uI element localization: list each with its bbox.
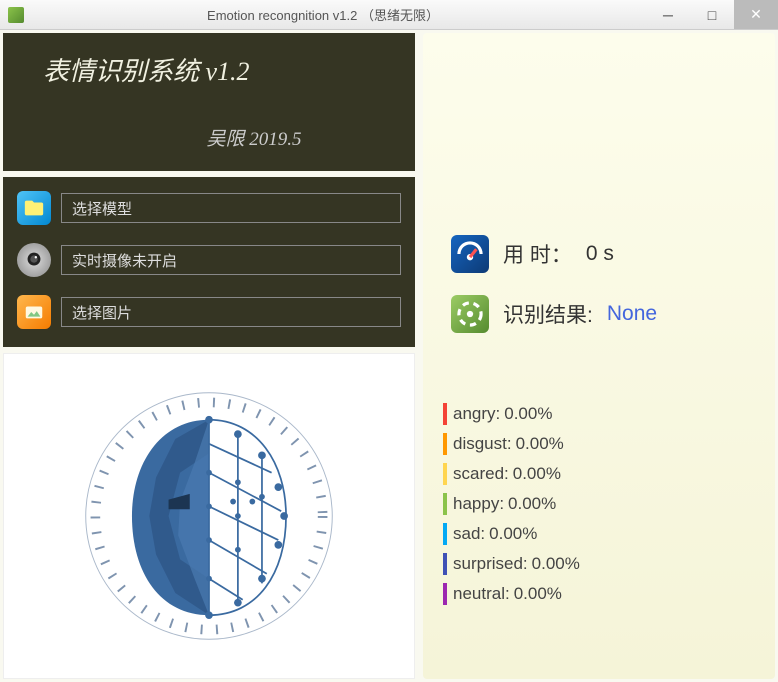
image-field[interactable]: 选择图片 [61, 297, 401, 327]
emotion-row-surprised: surprised: 0.00% [443, 553, 755, 575]
emotion-label: happy: [453, 494, 504, 514]
left-panel: 表情识别系统 v1.2 吴限 2019.5 选择模型 实时摄像未开启 [3, 33, 415, 679]
select-model-row: 选择模型 [17, 191, 401, 225]
emotion-percent: 0.00% [508, 494, 556, 514]
gauge-icon [451, 235, 489, 273]
window-controls: ─ □ ✕ [646, 0, 778, 29]
emotion-row-happy: happy: 0.00% [443, 493, 755, 515]
face-placeholder-icon [64, 386, 354, 646]
image-folder-icon[interactable] [17, 295, 51, 329]
timing-label: 用 时： [503, 239, 572, 269]
emotion-row-scared: scared: 0.00% [443, 463, 755, 485]
header-block: 表情识别系统 v1.2 吴限 2019.5 [3, 33, 415, 171]
camera-row: 实时摄像未开启 [17, 243, 401, 277]
emotion-percent: 0.00% [504, 404, 552, 424]
result-label: 识别结果: [503, 299, 593, 329]
camera-field[interactable]: 实时摄像未开启 [61, 245, 401, 275]
emotions-list: angry: 0.00%disgust: 0.00%scared: 0.00%h… [443, 403, 755, 605]
right-panel: 用 时： 0 s 识别结果: None angry: 0.00%disgust:… [423, 33, 775, 679]
app-title: 表情识别系统 v1.2 [23, 51, 395, 88]
emotion-label: disgust: [453, 434, 512, 454]
emotion-percent: 0.00% [514, 584, 562, 604]
emotion-label: surprised: [453, 554, 528, 574]
result-icon [451, 295, 489, 333]
select-image-row: 选择图片 [17, 295, 401, 329]
result-value: None [607, 302, 657, 326]
emotion-row-angry: angry: 0.00% [443, 403, 755, 425]
emotion-row-neutral: neutral: 0.00% [443, 583, 755, 605]
emotion-bar [443, 553, 447, 575]
emotion-percent: 0.00% [516, 434, 564, 454]
maximize-button[interactable]: □ [690, 0, 734, 29]
model-field[interactable]: 选择模型 [61, 193, 401, 223]
emotion-bar [443, 403, 447, 425]
emotion-label: neutral: [453, 584, 510, 604]
emotion-row-disgust: disgust: 0.00% [443, 433, 755, 455]
titlebar: Emotion recongnition v1.2 （思绪无限） ─ □ ✕ [0, 0, 778, 30]
image-preview [3, 353, 415, 679]
emotion-percent: 0.00% [513, 464, 561, 484]
close-button[interactable]: ✕ [734, 0, 778, 29]
emotion-label: angry: [453, 404, 500, 424]
result-row: 识别结果: None [451, 295, 747, 333]
emotion-label: scared: [453, 464, 509, 484]
emotion-percent: 0.00% [532, 554, 580, 574]
window-title: Emotion recongnition v1.2 （思绪无限） [0, 5, 646, 24]
author-label: 吴限 2019.5 [113, 124, 395, 151]
minimize-button[interactable]: ─ [646, 0, 690, 29]
emotion-percent: 0.00% [489, 524, 537, 544]
timing-row: 用 时： 0 s [451, 235, 747, 273]
emotion-bar [443, 463, 447, 485]
options-block: 选择模型 实时摄像未开启 选择图片 [3, 177, 415, 347]
folder-icon[interactable] [17, 191, 51, 225]
info-section: 用 时： 0 s 识别结果: None [443, 235, 755, 355]
emotion-row-sad: sad: 0.00% [443, 523, 755, 545]
main-area: 表情识别系统 v1.2 吴限 2019.5 选择模型 实时摄像未开启 [0, 30, 778, 682]
emotion-bar [443, 583, 447, 605]
camera-icon[interactable] [17, 243, 51, 277]
emotion-bar [443, 493, 447, 515]
emotion-label: sad: [453, 524, 485, 544]
timing-value: 0 s [586, 242, 614, 266]
emotion-bar [443, 523, 447, 545]
emotion-bar [443, 433, 447, 455]
